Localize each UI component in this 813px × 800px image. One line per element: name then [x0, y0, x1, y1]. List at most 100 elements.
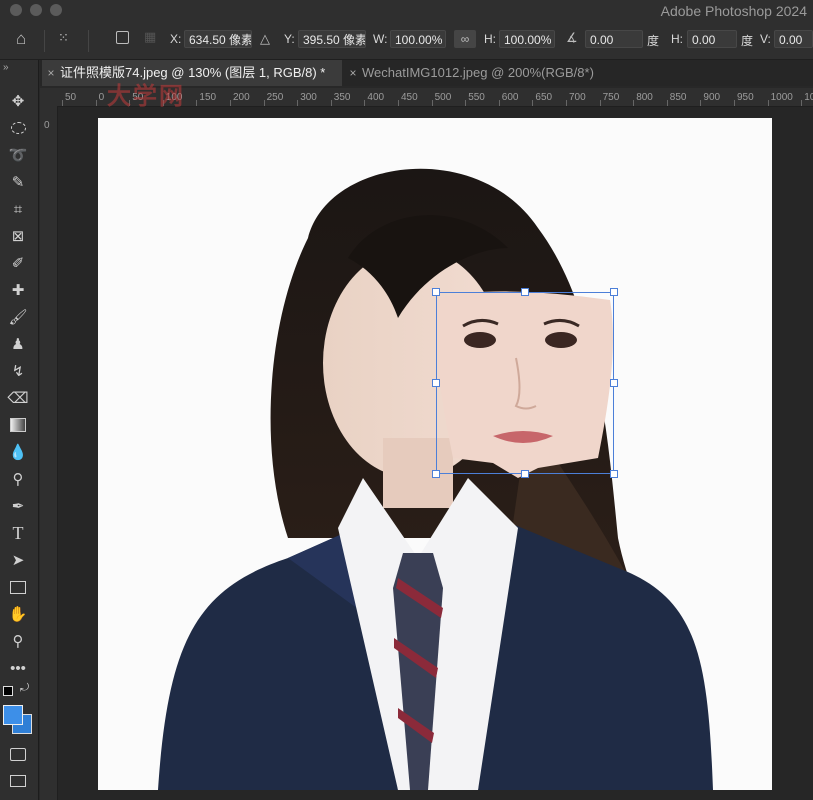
- transform-handle-middle-right[interactable]: [610, 379, 618, 387]
- brush-tool-icon[interactable]: 🖌: [5, 306, 31, 328]
- hand-tool-icon[interactable]: ✋: [5, 603, 31, 625]
- close-tab-icon[interactable]: ×: [42, 60, 60, 86]
- lasso-tool-icon[interactable]: ➰: [5, 144, 31, 166]
- ruler-tick-mark: [465, 100, 467, 106]
- ruler-tick-label: 0: [98, 92, 105, 103]
- y-position-field[interactable]: 395.50 像素: [298, 30, 366, 48]
- stamp-tool-icon[interactable]: ♟: [5, 333, 31, 355]
- collapse-panel-icon[interactable]: »: [3, 62, 9, 73]
- foreground-color-swatch[interactable]: [3, 705, 23, 725]
- blur-tool-icon[interactable]: 💧: [5, 441, 31, 463]
- transform-handle-top-center[interactable]: [521, 288, 529, 296]
- ruler-tick-mark: [700, 100, 702, 106]
- frame-tool-icon[interactable]: ⊠: [5, 225, 31, 247]
- healing-tool-icon[interactable]: ✚: [5, 279, 31, 301]
- ruler-tick-mark: [364, 100, 366, 106]
- transform-handle-bottom-right[interactable]: [610, 470, 618, 478]
- ruler-tick-label: 650: [535, 92, 553, 103]
- close-tab-icon[interactable]: ×: [344, 60, 362, 86]
- width-field[interactable]: 100.00%: [390, 30, 446, 48]
- angle-field[interactable]: 0.00: [585, 30, 643, 48]
- ruler-tick-mark: [95, 100, 97, 106]
- document-canvas[interactable]: [98, 118, 772, 790]
- marquee-tool-icon[interactable]: [5, 117, 31, 139]
- vertical-ruler-label: 0: [44, 120, 50, 131]
- zoom-window-button[interactable]: [50, 4, 62, 16]
- swap-colors-icon[interactable]: ⤾: [20, 682, 29, 695]
- tab-document-inactive[interactable]: × WechatIMG1012.jpeg @ 200%(RGB/8*): [344, 60, 644, 86]
- eyedropper-tool-icon[interactable]: ✐: [5, 252, 31, 274]
- type-tool-icon[interactable]: T: [5, 522, 31, 544]
- crop-tool-icon[interactable]: ⌗: [5, 198, 31, 220]
- shape-tool-icon[interactable]: [5, 576, 31, 598]
- ruler-tick-mark: [230, 100, 231, 106]
- dodge-tool-icon[interactable]: ⚲: [5, 468, 31, 490]
- ruler-tick-label: 850: [669, 92, 687, 103]
- vertical-skew-field[interactable]: 0.00: [774, 30, 813, 48]
- transform-handle-top-right[interactable]: [610, 288, 618, 296]
- portrait-photo: [158, 168, 713, 790]
- transform-handle-bottom-center[interactable]: [521, 470, 529, 478]
- transform-handle-middle-left[interactable]: [432, 379, 440, 387]
- home-icon[interactable]: ⌂: [16, 29, 26, 49]
- ruler-tick-label: 300: [300, 92, 317, 103]
- reference-point-icon[interactable]: ⁙: [58, 30, 69, 46]
- ruler-tick-mark: [330, 100, 332, 106]
- path-select-tool-icon[interactable]: ➤: [5, 549, 31, 571]
- transform-handle-top-left[interactable]: [432, 288, 440, 296]
- x-label: X:: [170, 32, 182, 46]
- horizontal-ruler[interactable]: 50 0 50 100 150 200 250 300 350 400 450 500 550 600 65…: [40, 83, 813, 110]
- default-colors-icon[interactable]: [3, 686, 13, 696]
- ruler-tick-label: 450: [401, 92, 418, 103]
- tab-document-active[interactable]: × 证件照模版74.jpeg @ 130% (图层 1, RGB/8) *: [42, 60, 342, 86]
- transform-bounding-box[interactable]: [436, 292, 614, 474]
- delta-icon[interactable]: △: [260, 31, 270, 47]
- more-tools-icon[interactable]: •••: [5, 657, 31, 679]
- ruler-tick-mark: [263, 100, 265, 106]
- ruler-tick-label: 50: [65, 92, 77, 103]
- tab-label: 证件照模版74.jpeg @ 130% (图层 1, RGB/8) *: [60, 65, 326, 80]
- horizontal-skew-field[interactable]: 0.00: [687, 30, 737, 48]
- ruler-tick-mark: [498, 100, 500, 106]
- pen-tool-icon[interactable]: ✒: [5, 495, 31, 517]
- title-bar: Adobe Photoshop 2024: [0, 0, 813, 22]
- height-field[interactable]: 100.00%: [499, 30, 555, 48]
- vertical-ruler[interactable]: 0: [40, 106, 58, 800]
- ruler-tick-mark: [666, 100, 668, 106]
- ruler-tick-mark: [398, 100, 399, 106]
- y-label: Y:: [284, 32, 295, 46]
- ruler-tick-label: 1000: [770, 92, 793, 103]
- rotate-angle-icon: ∡: [566, 30, 578, 45]
- tools-panel: » ✥ ➰ ✎ ⌗ ⊠ ✐ ✚ 🖌 ♟ ↯ ⌫ 💧 ⚲ ✒ T ➤ ✋ ⚲ ••…: [0, 60, 39, 800]
- ruler-tick-mark: [297, 100, 299, 106]
- ruler-tick-label: 200: [233, 92, 250, 103]
- reference-point-checkbox[interactable]: [116, 31, 129, 44]
- h-label: H:: [484, 32, 496, 46]
- transform-handle-bottom-left[interactable]: [432, 470, 440, 478]
- ruler-tick-mark: [431, 100, 433, 106]
- ruler-tick-mark: [532, 100, 534, 106]
- eraser-tool-icon[interactable]: ⌫: [5, 387, 31, 409]
- link-icon[interactable]: ∞: [454, 30, 476, 48]
- history-brush-tool-icon[interactable]: ↯: [5, 360, 31, 382]
- gradient-tool-icon[interactable]: [5, 414, 31, 436]
- angle-unit: 度: [647, 34, 660, 48]
- ruler-tick-label: 1050: [804, 92, 813, 103]
- hskew-label: H:: [671, 32, 683, 46]
- ruler-tick-label: 550: [468, 92, 485, 103]
- ruler-tick-mark: [734, 100, 735, 106]
- ruler-tick-mark: [196, 100, 198, 106]
- tab-label: WechatIMG1012.jpeg @ 200%(RGB/8*): [362, 65, 594, 80]
- x-position-field[interactable]: 634.50 像素: [184, 30, 252, 48]
- close-window-button[interactable]: [10, 4, 22, 16]
- minimize-window-button[interactable]: [30, 4, 42, 16]
- ruler-tick-label: 150: [199, 92, 217, 103]
- zoom-tool-icon[interactable]: ⚲: [5, 630, 31, 652]
- ruler-tick-label: 950: [737, 92, 754, 103]
- hskew-unit: 度: [741, 34, 754, 48]
- ruler-tick-label: 700: [569, 92, 586, 103]
- screen-mode-icon[interactable]: [5, 770, 31, 792]
- quick-select-tool-icon[interactable]: ✎: [5, 171, 31, 193]
- move-tool-icon[interactable]: ✥: [5, 90, 31, 112]
- quick-mask-icon[interactable]: [5, 743, 31, 765]
